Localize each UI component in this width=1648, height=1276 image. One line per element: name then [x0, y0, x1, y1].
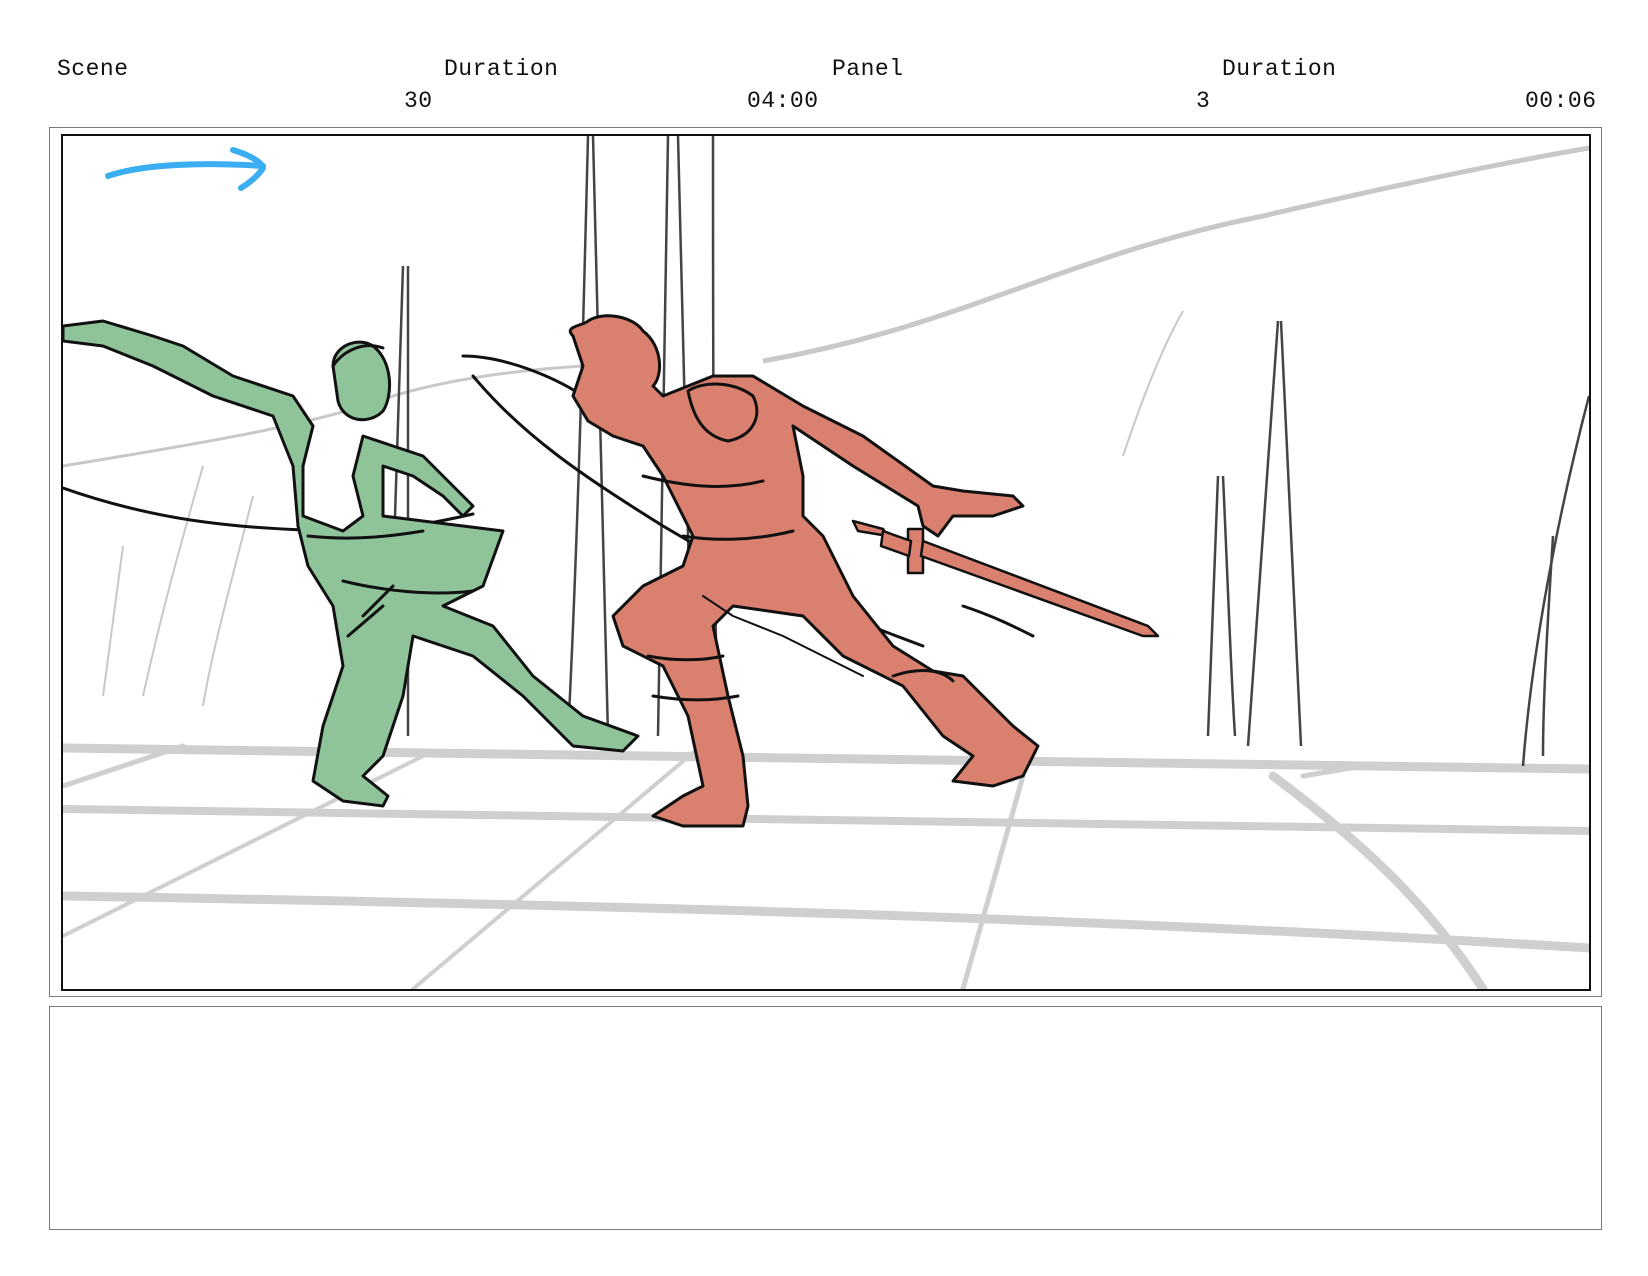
panel-duration-label: Duration: [1222, 56, 1337, 82]
scene-number: 30: [404, 88, 433, 114]
floor-grid: [63, 734, 1589, 989]
right-arrow-icon: [105, 147, 266, 191]
background-pillars: [386, 136, 1589, 767]
sword: [851, 519, 1160, 638]
panel-label: Panel: [832, 56, 904, 82]
character-left: [63, 319, 640, 808]
storyboard-panel: [61, 134, 1591, 991]
panel-duration-value: 00:06: [1525, 88, 1597, 114]
panel-number: 3: [1196, 88, 1211, 114]
scene-duration-label: Duration: [444, 56, 559, 82]
panel-drawing: [63, 136, 1589, 989]
panel-notes-text: [50, 1007, 1601, 1031]
motion-lines: [63, 354, 1035, 648]
panel-notes-box[interactable]: [49, 1006, 1602, 1230]
scene-label: Scene: [57, 56, 129, 82]
scene-duration-value: 04:00: [747, 88, 819, 114]
